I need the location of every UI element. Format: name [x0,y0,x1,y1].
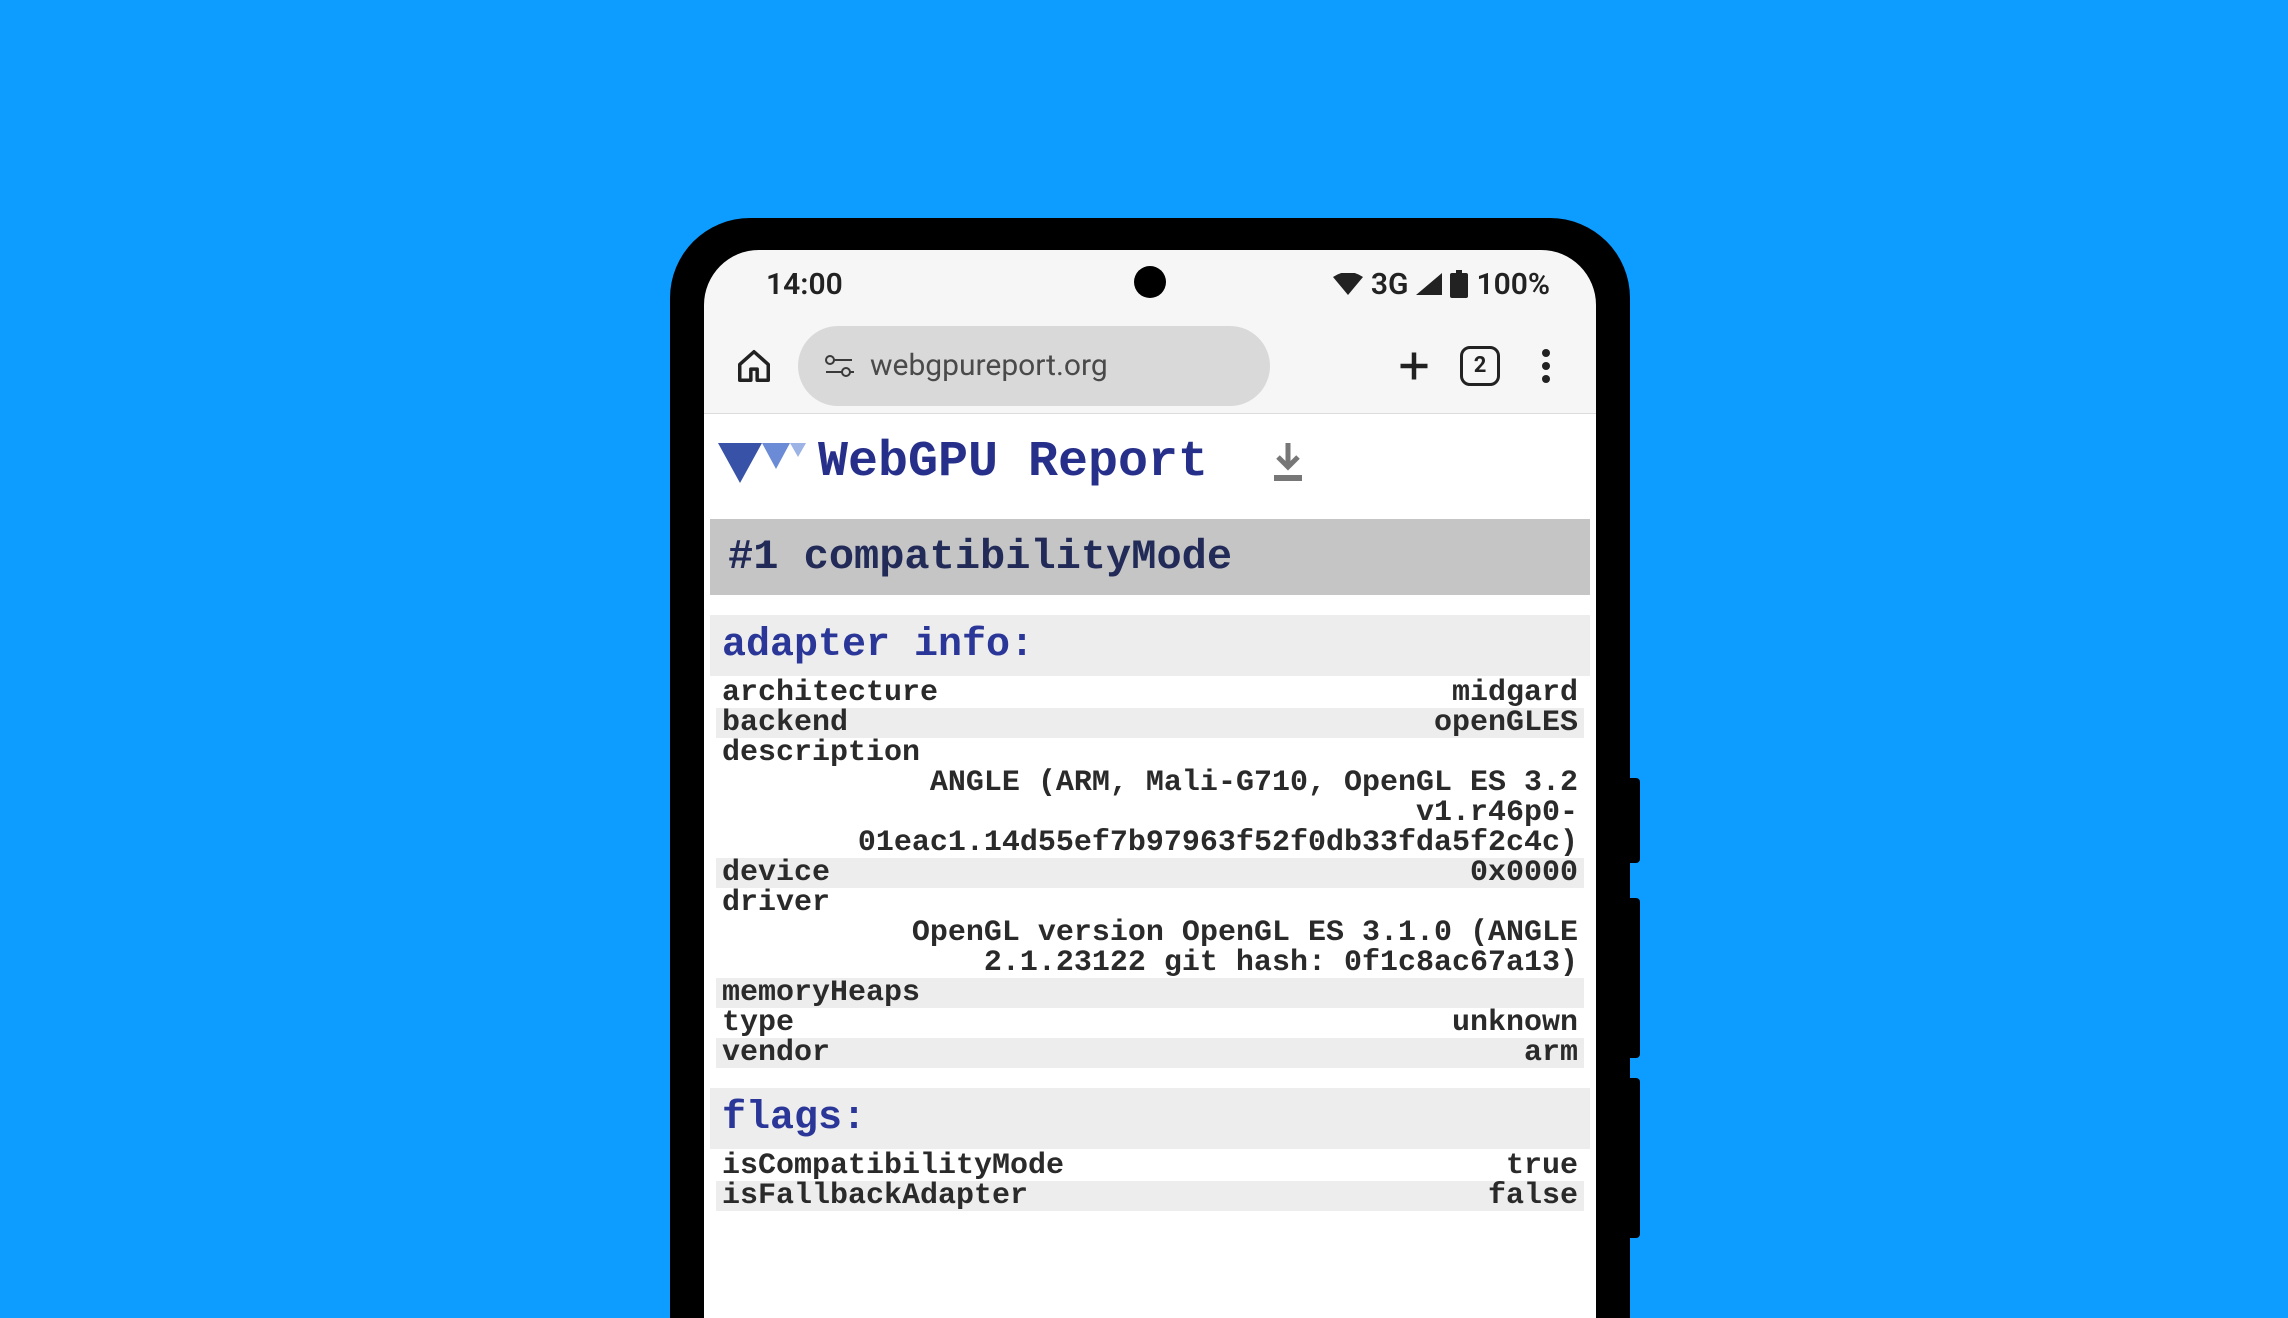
page-title: WebGPU Report [818,434,1208,491]
val-description: ANGLE (ARM, Mali-G710, OpenGL ES 3.2 v1.… [722,768,1578,858]
val-type: unknown [1452,1008,1578,1038]
key-description: description [722,738,1578,768]
section-header-compatibility: #1 compatibilityMode [710,519,1590,595]
home-button[interactable] [732,344,776,388]
tab-count-box: 2 [1460,346,1500,386]
battery-label: 100% [1476,267,1550,302]
key-device: device [722,858,830,888]
key-driver: driver [722,888,1578,918]
webgpu-logo-icon [718,439,806,487]
row-isfallbackadapter: isFallbackAdapter false [716,1181,1584,1211]
phone-power-button [1630,778,1640,863]
kebab-icon [1541,348,1551,384]
row-type: type unknown [716,1008,1584,1038]
key-type: type [722,1008,794,1038]
status-time: 14:00 [766,267,843,302]
menu-button[interactable] [1524,344,1568,388]
key-architecture: architecture [722,678,938,708]
page-header: WebGPU Report [704,414,1596,519]
val-iscompatibilitymode: true [1506,1151,1578,1181]
phone-screen: 14:00 3G 100% webgpureport.org [704,250,1596,1318]
tab-count: 2 [1474,353,1487,378]
row-description: description ANGLE (ARM, Mali-G710, OpenG… [716,738,1584,858]
url-text: webgpureport.org [870,348,1108,383]
plus-icon [1396,348,1432,384]
signal-icon [1416,273,1442,295]
val-device: 0x0000 [1470,858,1578,888]
row-device: device 0x0000 [716,858,1584,888]
row-vendor: vendor arm [716,1038,1584,1068]
row-iscompatibilitymode: isCompatibilityMode true [716,1151,1584,1181]
home-icon [735,347,773,385]
address-bar[interactable]: webgpureport.org [798,326,1270,406]
download-icon [1270,443,1306,483]
val-architecture: midgard [1452,678,1578,708]
site-settings-icon [824,354,856,378]
download-button[interactable] [1268,443,1308,483]
phone-volume-up-button [1630,898,1640,1058]
key-memoryheaps: memoryHeaps [722,978,920,1008]
phone-frame: 14:00 3G 100% webgpureport.org [670,218,1630,1318]
val-backend: openGLES [1434,708,1578,738]
browser-toolbar: webgpureport.org 2 [704,318,1596,414]
val-isfallbackadapter: false [1488,1181,1578,1211]
phone-volume-down-button [1630,1078,1640,1238]
camera-hole [1134,266,1166,298]
val-vendor: arm [1524,1038,1578,1068]
row-architecture: architecture midgard [716,678,1584,708]
key-iscompatibilitymode: isCompatibilityMode [722,1151,1064,1181]
wifi-icon [1333,273,1363,295]
key-isfallbackadapter: isFallbackAdapter [722,1181,1028,1211]
row-memoryheaps: memoryHeaps [716,978,1584,1008]
adapter-info-header: adapter info: [710,615,1590,676]
battery-icon [1450,270,1468,298]
page-content: WebGPU Report #1 compatibilityMode adapt… [704,414,1596,1318]
key-vendor: vendor [722,1038,830,1068]
status-indicators: 3G 100% [1333,267,1550,302]
key-backend: backend [722,708,848,738]
tabs-button[interactable]: 2 [1458,344,1502,388]
new-tab-button[interactable] [1392,344,1436,388]
network-label: 3G [1371,267,1409,302]
flags-header: flags: [710,1088,1590,1149]
val-driver: OpenGL version OpenGL ES 3.1.0 (ANGLE 2.… [722,918,1578,978]
row-driver: driver OpenGL version OpenGL ES 3.1.0 (A… [716,888,1584,978]
row-backend: backend openGLES [716,708,1584,738]
